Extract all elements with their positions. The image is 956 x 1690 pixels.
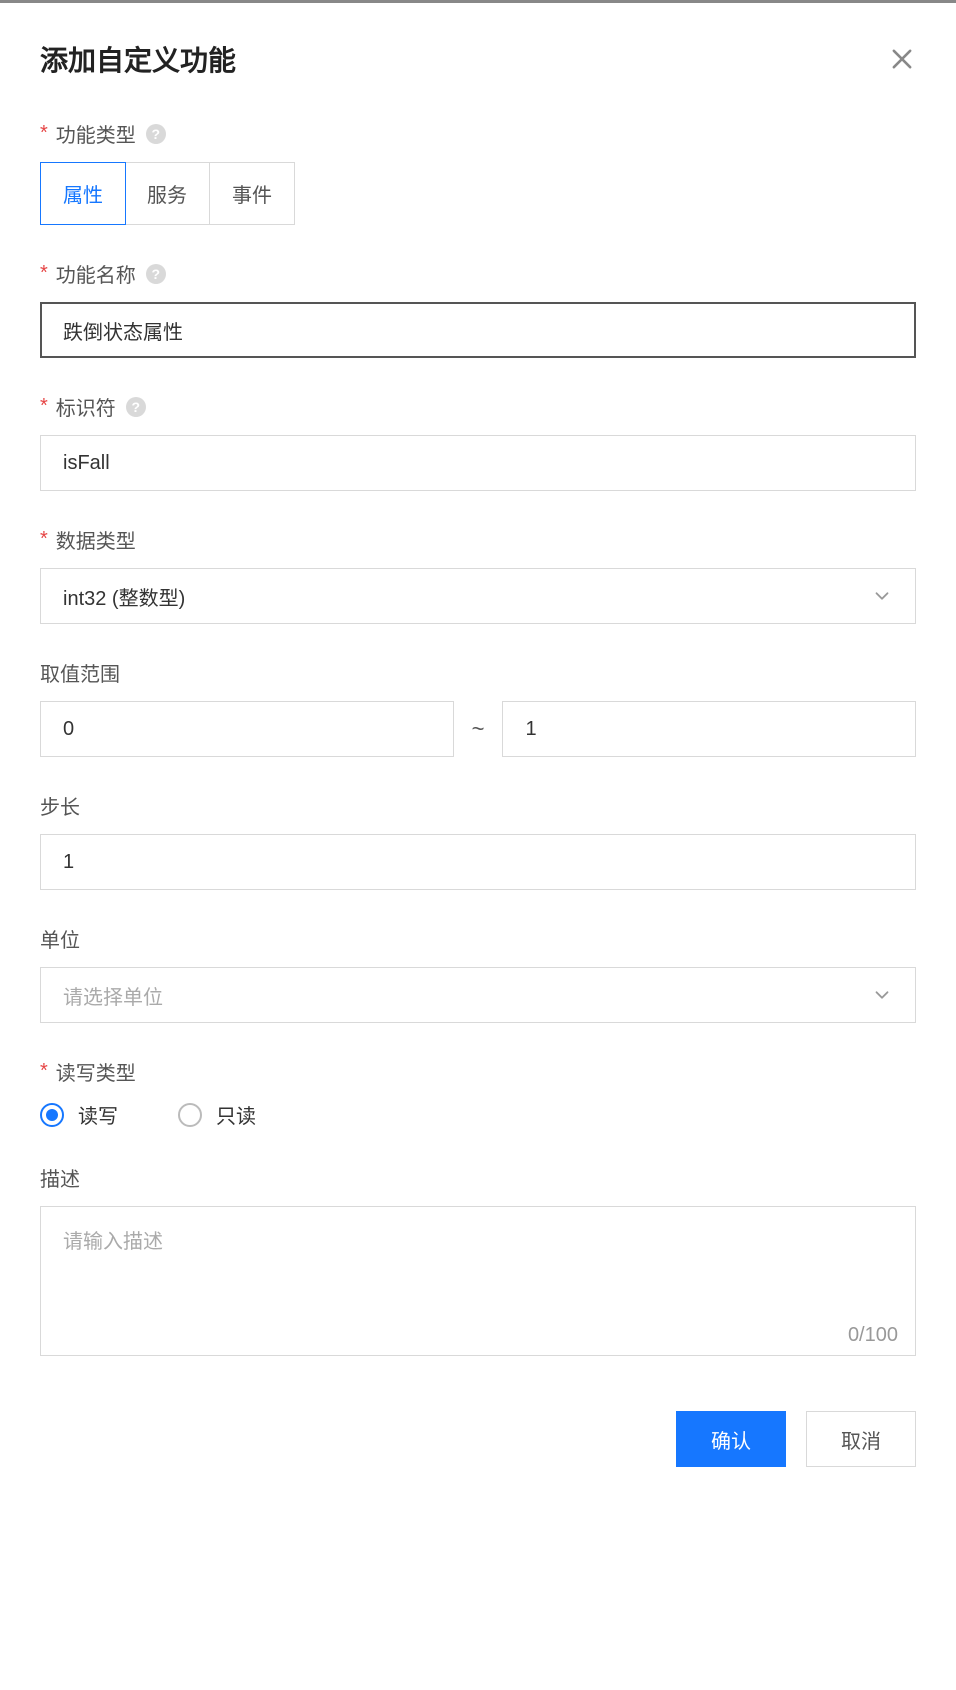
unit-field: 单位 请选择单位 [40,924,916,1023]
modal-header: 添加自定义功能 [40,39,916,79]
help-icon[interactable]: ? [126,397,146,417]
tab-service[interactable]: 服务 [125,163,210,224]
unit-select[interactable]: 请选择单位 [40,967,916,1023]
help-icon[interactable]: ? [146,124,166,144]
modal-title: 添加自定义功能 [40,39,236,79]
range-max-input[interactable] [502,701,916,757]
function-type-field: * 功能类型 ? 属性 服务 事件 [40,119,916,225]
step-label: 步长 [40,791,916,820]
range-separator: ~ [472,716,485,742]
help-icon[interactable]: ? [146,264,166,284]
step-input[interactable] [40,834,916,890]
modal-footer: 确认 取消 [40,1411,916,1467]
range-min-input[interactable] [40,701,454,757]
required-marker: * [40,262,48,285]
radio-circle [178,1103,202,1127]
function-type-tabs: 属性 服务 事件 [40,162,295,225]
required-marker: * [40,395,48,418]
close-icon[interactable] [888,45,916,73]
add-custom-function-modal: 添加自定义功能 * 功能类型 ? 属性 服务 事件 * 功能名称 ? * [0,0,956,1511]
rw-type-field: * 读写类型 读写 只读 [40,1057,916,1129]
data-type-field: * 数据类型 int32 (整数型) [40,525,916,624]
cancel-button[interactable]: 取消 [806,1411,916,1467]
range-label: 取值范围 [40,658,916,687]
unit-label: 单位 [40,924,916,953]
chevron-down-icon [871,984,893,1006]
tab-event[interactable]: 事件 [210,163,294,224]
range-field: 取值范围 ~ [40,658,916,757]
identifier-label: * 标识符 ? [40,392,916,421]
step-field: 步长 [40,791,916,890]
radio-read-write[interactable]: 读写 [40,1100,118,1129]
tab-attribute[interactable]: 属性 [40,162,126,225]
char-count: 0/100 [848,1324,898,1347]
function-type-label: * 功能类型 ? [40,119,916,148]
identifier-input[interactable] [40,435,916,491]
description-textarea[interactable] [40,1206,916,1356]
radio-read-only[interactable]: 只读 [178,1100,256,1129]
rw-type-label: * 读写类型 [40,1057,916,1086]
required-marker: * [40,1060,48,1083]
description-field: 描述 0/100 [40,1163,916,1361]
description-label: 描述 [40,1163,916,1192]
chevron-down-icon [871,585,893,607]
radio-circle-checked [40,1103,64,1127]
function-name-input[interactable] [40,302,916,358]
data-type-select[interactable]: int32 (整数型) [40,568,916,624]
function-name-field: * 功能名称 ? [40,259,916,358]
function-name-label: * 功能名称 ? [40,259,916,288]
confirm-button[interactable]: 确认 [676,1411,786,1467]
data-type-label: * 数据类型 [40,525,916,554]
identifier-field: * 标识符 ? [40,392,916,491]
required-marker: * [40,528,48,551]
required-marker: * [40,122,48,145]
